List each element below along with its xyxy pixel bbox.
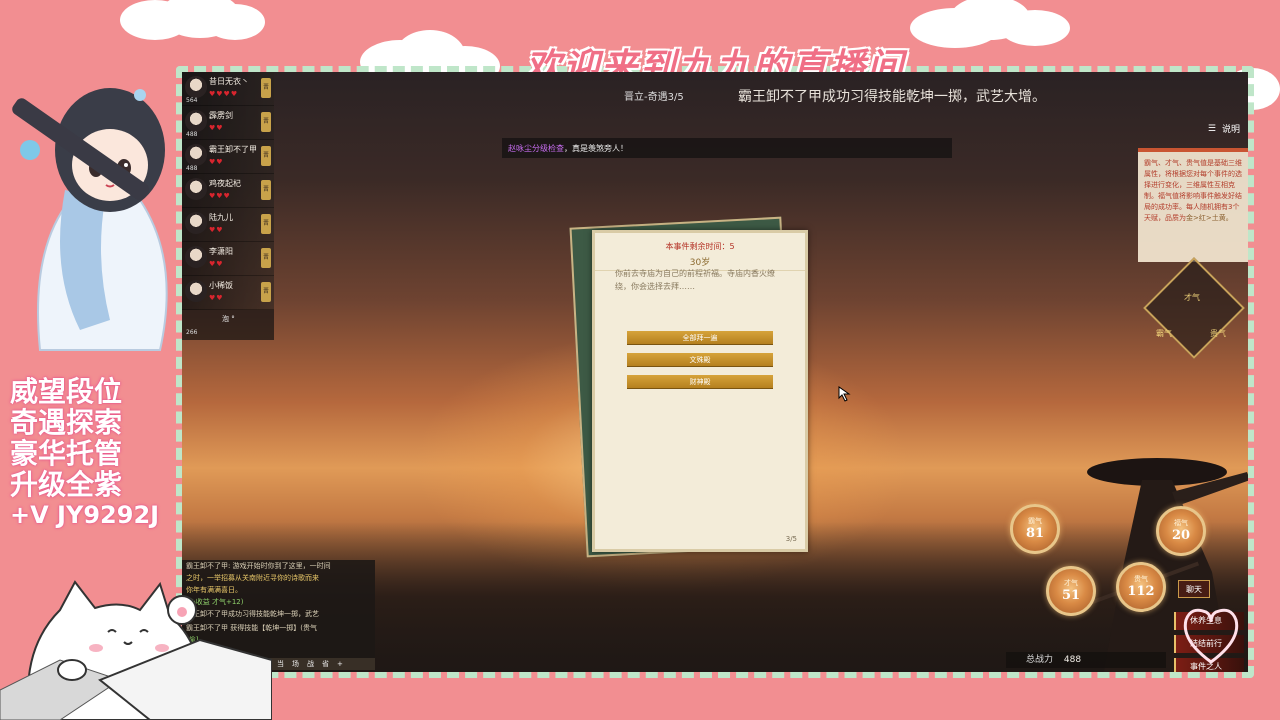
event-timer: 本事件剩余时间：5 — [665, 242, 735, 251]
stat-orb-fortune: 福气 20 — [1156, 506, 1206, 556]
attribute-label-right: 贵气 — [1210, 329, 1226, 338]
player-tag: 晋 — [261, 248, 271, 268]
player-name: 陆九儿 — [209, 213, 233, 222]
player-hearts: ♥♥ — [209, 260, 224, 268]
attribute-label-top: 才气 — [1184, 293, 1200, 302]
cat-keyboard-illustration — [0, 580, 272, 720]
promo-line: 豪华托管 — [10, 437, 123, 470]
power-value: 488 — [1063, 655, 1082, 665]
promo-line: 升级全紫 — [10, 468, 123, 501]
event-description: 你前去寺庙为自己的前程祈福。寺庙内香火缭绕，你会选择去拜…… — [615, 269, 775, 291]
promo-text-block: 威望段位 奇遇探索 豪华托管 升级全紫 +V JY9292J — [10, 376, 159, 531]
orb-label: 贵气 — [1134, 575, 1148, 583]
attribute-diamond — [1143, 257, 1245, 359]
player-hearts: ♥♥ — [209, 226, 224, 234]
chat-button[interactable]: 聊天 — [1178, 580, 1210, 598]
player-entry[interactable]: 李潇阳 ♥♥ 晋 — [182, 242, 274, 276]
info-quality: 金>红>土黄。 — [1186, 214, 1233, 222]
stage-indicator: 晋立-奇遇3/5 — [624, 92, 684, 103]
promo-line: 奇遇探索 — [10, 406, 123, 439]
player-tag: 晋 — [261, 146, 271, 166]
system-broadcast: 霸王卸不了甲成功习得技能乾坤一掷，武艺大增。 — [738, 89, 1046, 105]
event-card: 本事件剩余时间：5 30岁 你前去寺庙为自己的前程祈福。寺庙内香火缭绕，你会选择… — [592, 230, 808, 552]
player-hearts: ♥♥ — [209, 124, 224, 132]
player-tag: 晋 — [261, 78, 271, 98]
chat-tab[interactable]: 省 — [322, 659, 329, 669]
event-page-indicator: 3/5 — [785, 535, 797, 543]
player-entry[interactable]: 泡 ° 266 — [182, 310, 274, 340]
player-tag: 晋 — [261, 214, 271, 234]
menu-icon: ☰ — [1207, 123, 1216, 134]
announcement-text: ，真是羡煞旁人！ — [564, 144, 628, 153]
player-list: 昔日无衣丶 ♥♥♥♥ 564 晋 霹雳剑 ♥♥ 488 晋 霸王卸不了甲 ♥♥ … — [182, 72, 274, 340]
promo-line: 威望段位 — [10, 375, 123, 408]
announcement-name: 赵咏尘分级检查 — [508, 144, 564, 153]
info-text: 霸气、才气、贵气值是基础三维属性，将根据您对每个事件的选择进行变化，三维属性互相… — [1144, 159, 1242, 222]
player-hearts: ♥♥♥♥ — [209, 90, 239, 98]
player-entry[interactable]: 昔日无衣丶 ♥♥♥♥ 564 晋 — [182, 72, 274, 106]
stat-orb-nobility: 贵气 112 — [1116, 562, 1166, 612]
player-name: 霹雳剑 — [209, 111, 233, 120]
player-entry[interactable]: 陆九儿 ♥♥ 晋 — [182, 208, 274, 242]
event-option-button[interactable]: 文殊殿 — [627, 353, 773, 367]
attribute-info-panel: 霸气、才气、贵气值是基础三维属性，将根据您对每个事件的选择进行变化，三维属性互相… — [1138, 148, 1248, 262]
announcement-bar: 赵咏尘分级检查，真是羡煞旁人！ — [502, 138, 952, 158]
player-entry[interactable]: 霸王卸不了甲 ♥♥ 488 晋 — [182, 140, 274, 174]
orb-label: 福气 — [1174, 519, 1188, 527]
orb-value: 81 — [1025, 526, 1045, 541]
player-entry[interactable]: 霹雳剑 ♥♥ 488 晋 — [182, 106, 274, 140]
orb-label: 才气 — [1064, 579, 1078, 587]
player-tag: 晋 — [261, 180, 271, 200]
player-entry[interactable]: 小稀饭 ♥♥ 晋 — [182, 276, 274, 310]
stat-orb-talent: 才气 51 — [1046, 566, 1096, 616]
orb-value: 112 — [1127, 584, 1155, 599]
player-tag: 晋 — [261, 112, 271, 132]
chat-tab[interactable]: 场 — [292, 659, 299, 669]
help-button[interactable]: ☰ 说明 — [1207, 122, 1240, 136]
combat-power-bar: 总战力 488 — [1006, 652, 1166, 668]
stat-orb-domineering: 霸气 81 — [1010, 504, 1060, 554]
chat-tab[interactable]: 当 — [277, 659, 284, 669]
help-label: 说明 — [1221, 125, 1240, 135]
player-tag: 晋 — [261, 282, 271, 302]
streamer-avatar-illustration — [12, 88, 168, 351]
player-hearts: ♥♥ — [209, 158, 224, 166]
player-entry[interactable]: 鸡夜起杞 ♥♥♥ 晋 — [182, 174, 274, 208]
player-hearts: ♥♥ — [209, 294, 224, 302]
orb-value: 51 — [1061, 588, 1081, 603]
event-option-button[interactable]: 全部拜一遍 — [627, 331, 773, 345]
player-name: 鸡夜起杞 — [209, 179, 241, 188]
player-hearts: ♥♥♥ — [209, 192, 231, 200]
power-label: 总战力 — [1026, 655, 1054, 665]
attribute-label-left: 霸气 — [1156, 329, 1172, 338]
chat-tab[interactable]: 战 — [307, 659, 314, 669]
player-name: 霸王卸不了甲 — [209, 145, 257, 154]
orb-value: 20 — [1171, 528, 1191, 543]
player-name: 昔日无衣丶 — [209, 77, 249, 86]
promo-contact: +V JY9292J — [10, 501, 160, 529]
orb-label: 霸气 — [1028, 517, 1042, 525]
player-name: 李潇阳 — [209, 247, 233, 256]
player-name: 小稀饭 — [209, 281, 233, 290]
chat-tab[interactable]: + — [337, 660, 343, 668]
heart-decoration — [1183, 608, 1239, 664]
event-option-button[interactable]: 财神殿 — [627, 375, 773, 389]
mouse-cursor-icon — [838, 386, 851, 402]
player-name: 泡 ° — [222, 315, 235, 323]
